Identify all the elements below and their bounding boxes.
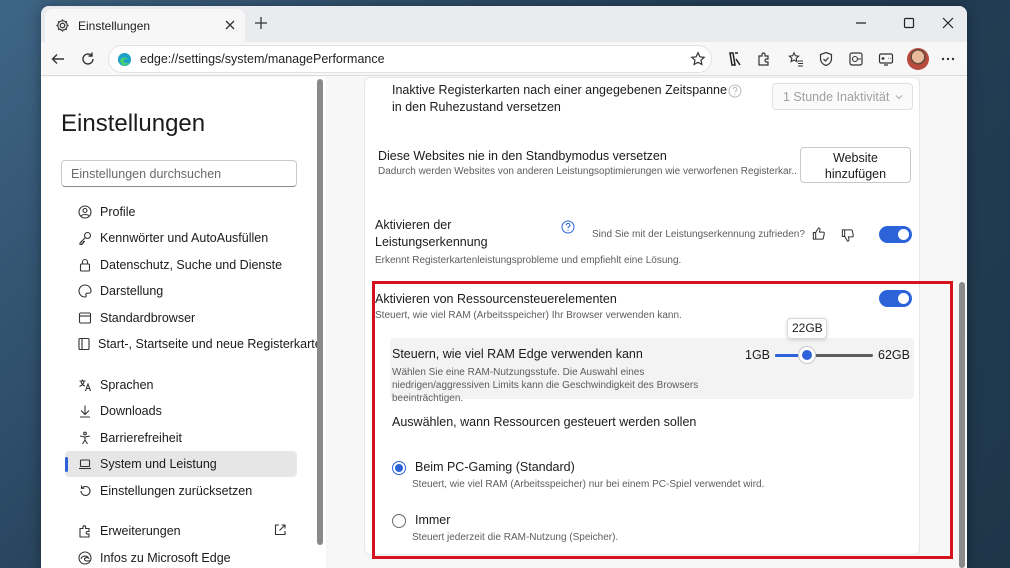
help-icon[interactable] [561, 220, 575, 234]
search-input[interactable]: Einstellungen durchsuchen [61, 160, 297, 187]
reset-icon [77, 483, 93, 499]
language-icon [77, 377, 93, 393]
sidebar-item-label: Darstellung [100, 284, 164, 298]
close-icon[interactable] [223, 18, 237, 32]
refresh-icon[interactable] [79, 50, 97, 68]
profile-icon [77, 204, 93, 220]
edge-icon [77, 550, 93, 566]
sidebar-item-label: Sprachen [100, 378, 154, 392]
highlight-frame [372, 281, 953, 559]
sidebar-item-system[interactable]: System und Leistung [65, 451, 297, 477]
perf-detect-title: Aktivieren der Leistungserkennung [375, 218, 488, 249]
sidebar-item-about[interactable]: Infos zu Microsoft Edge [65, 545, 297, 568]
new-tab-icon[interactable] [253, 15, 269, 31]
gear-icon [54, 18, 70, 34]
sidebar-item-default-browser[interactable]: Standardbrowser [65, 305, 297, 331]
inactive-tabs-label: Inaktive Registerkarten nach einer angeg… [392, 83, 727, 114]
browser-icon [77, 310, 93, 326]
address-bar[interactable]: edge://settings/system/managePerformance [108, 45, 712, 73]
performance-card: Inaktive Registerkarten nach einer angeg… [364, 77, 953, 559]
sidebar-item-appearance[interactable]: Darstellung [65, 278, 297, 304]
edge-icon [117, 52, 132, 67]
tab-title: Einstellungen [78, 18, 151, 33]
perf-feedback-question: Sind Sie mit der Leistungserkennung zufr… [592, 229, 805, 240]
sidebar-item-label: Profile [100, 205, 136, 219]
settings-content: Einstellungen Einstellungen durchsuchen … [41, 77, 967, 568]
sidebar-item-label: Standardbrowser [100, 311, 196, 325]
never-sleep-desc: Dadurch werden Websites von anderen Leis… [378, 166, 798, 177]
inactivity-dropdown[interactable]: 1 Stunde Inaktivität [772, 83, 913, 110]
inactivity-value: 1 Stunde Inaktivität [783, 90, 890, 104]
perf-detect-desc: Erkennt Registerkartenleistungsprobleme … [375, 255, 682, 266]
tab-strip: Einstellungen [41, 6, 967, 42]
tab-settings[interactable]: Einstellungen [45, 9, 245, 42]
home-tab-icon [77, 336, 91, 352]
never-sleep-title: Diese Websites nie in den Standbymodus v… [378, 149, 667, 163]
sidebar-item-label: Kennwörter und AutoAusfüllen [100, 231, 269, 245]
sidebar-item-label: System und Leistung [100, 457, 217, 471]
perf-detect-toggle[interactable] [879, 226, 912, 243]
thumbs-up-icon[interactable] [811, 226, 826, 241]
sidebar-item-label: Downloads [100, 404, 162, 418]
collections-icon[interactable] [847, 50, 865, 68]
add-website-button[interactable]: Website hinzufügen [800, 147, 911, 183]
sidebar-item-label: Erweiterungen [100, 524, 181, 538]
accessibility-icon [77, 430, 93, 446]
page-title: Einstellungen [61, 110, 206, 137]
external-link-icon[interactable] [273, 523, 287, 537]
sidebar-item-label: Einstellungen zurücksetzen [100, 484, 253, 498]
url-text: edge://settings/system/managePerformance [140, 52, 385, 66]
favorites-list-icon[interactable] [787, 50, 805, 68]
sidebar-item-label: Infos zu Microsoft Edge [100, 551, 231, 565]
settings-sidebar: Einstellungen Einstellungen durchsuchen … [41, 77, 326, 568]
minimize-icon[interactable] [854, 16, 868, 30]
main-scrollbar[interactable] [959, 282, 965, 568]
laptop-icon [77, 456, 93, 472]
key-icon [77, 230, 93, 246]
help-icon[interactable] [728, 84, 742, 98]
maximize-icon[interactable] [902, 16, 916, 30]
more-menu-icon[interactable] [939, 50, 957, 68]
settings-main: Inaktive Registerkarten nach einer angeg… [326, 77, 967, 568]
shield-icon[interactable] [817, 50, 835, 68]
sidebar-item-label: Datenschutz, Suche und Dienste [100, 258, 283, 272]
sidebar-item-languages[interactable]: Sprachen [65, 372, 297, 398]
back-icon[interactable] [49, 50, 67, 68]
download-icon [77, 403, 93, 419]
lock-icon [77, 257, 93, 273]
sidebar-item-label: Barrierefreiheit [100, 431, 182, 445]
appearance-icon [77, 283, 93, 299]
sidebar-item-reset[interactable]: Einstellungen zurücksetzen [65, 478, 297, 504]
sidebar-item-start-home[interactable]: Start-, Startseite und neue Registerkart… [65, 331, 322, 357]
browser-window: Einstellungen edge://settings/system/man… [41, 6, 967, 568]
sidebar-item-downloads[interactable]: Downloads [65, 398, 297, 424]
sidebar-item-profile[interactable]: Profile [65, 199, 297, 225]
window-close-icon[interactable] [941, 16, 955, 30]
sidebar-item-extensions[interactable]: Erweiterungen [65, 518, 297, 544]
sidebar-item-passwords[interactable]: Kennwörter und AutoAusfüllen [65, 225, 297, 251]
sidebar-scrollbar[interactable] [317, 79, 323, 545]
game-assist-icon[interactable] [877, 50, 895, 68]
thumbs-down-icon[interactable] [840, 228, 855, 243]
chevron-down-icon [894, 92, 904, 102]
extensions-puzzle-icon[interactable] [755, 50, 773, 68]
profile-avatar[interactable] [907, 48, 929, 70]
address-toolbar: edge://settings/system/managePerformance [41, 42, 967, 76]
sidebar-item-accessibility[interactable]: Barrierefreiheit [65, 425, 297, 451]
reading-icon[interactable] [725, 50, 743, 68]
sidebar-item-privacy[interactable]: Datenschutz, Suche und Dienste [65, 252, 297, 278]
favorite-star-icon[interactable] [689, 50, 707, 68]
extensions-icon [77, 523, 93, 539]
sidebar-item-label: Start-, Startseite und neue Registerkart… [98, 337, 322, 351]
